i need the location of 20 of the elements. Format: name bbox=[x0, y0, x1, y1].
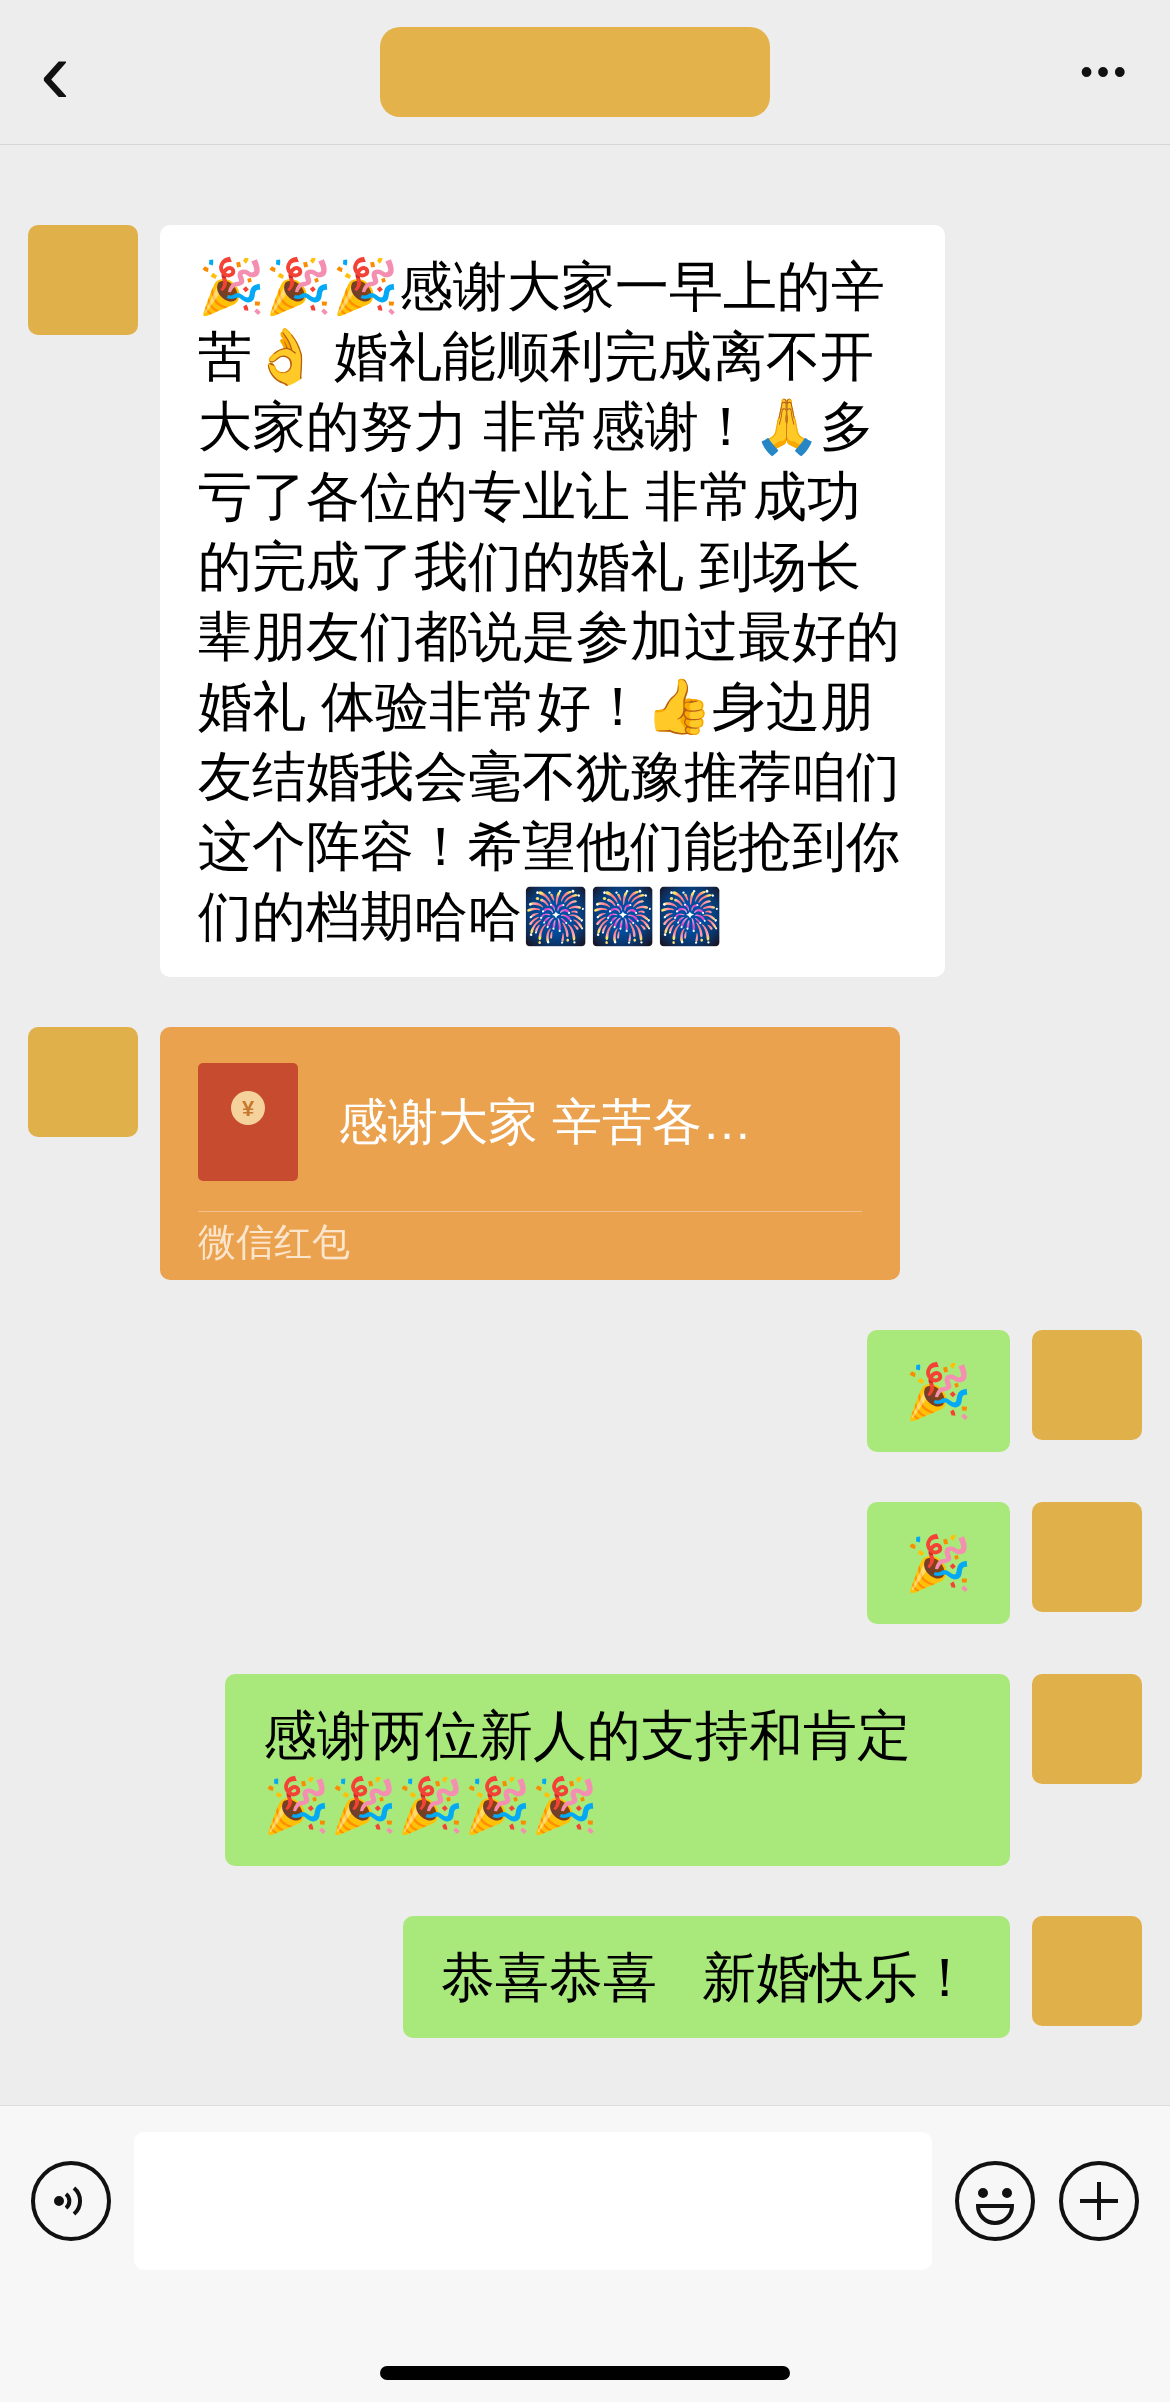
avatar[interactable] bbox=[1032, 1502, 1142, 1612]
avatar[interactable] bbox=[28, 225, 138, 335]
voice-icon[interactable] bbox=[30, 2160, 112, 2242]
message-bubble: 🎉🎉🎉感谢大家一早上的辛苦👌 婚礼能顺利完成离不开大家的努力 非常感谢！🙏多亏了各位的专业让 非常成功的完成了我们的婚礼 到场长辈朋友们都说是参加过最好的婚礼 体验非常好！👍身边朋友结婚我会毫不犹豫推荐咱们这个阵容！希望他们能抢到你们的档期哈哈🎆🎆🎆 bbox=[160, 225, 945, 977]
message-bubble: 🎉 bbox=[867, 1330, 1010, 1452]
message-bubble: 恭喜恭喜 新婚快乐！ bbox=[403, 1916, 1010, 2038]
more-button[interactable]: ••• bbox=[1080, 45, 1130, 99]
avatar[interactable] bbox=[1032, 1674, 1142, 1784]
home-indicator[interactable] bbox=[380, 2366, 790, 2380]
plus-icon[interactable] bbox=[1058, 2160, 1140, 2242]
avatar[interactable] bbox=[28, 1027, 138, 1137]
emoji-icon[interactable] bbox=[954, 2160, 1036, 2242]
gift-envelope-label: 微信红包 bbox=[198, 1220, 351, 1265]
avatar[interactable] bbox=[1032, 1916, 1142, 2026]
back-button[interactable]: ‹ bbox=[40, 27, 70, 117]
message-bubble: 感谢两位新人的支持和肯定🎉🎉🎉🎉🎉 bbox=[225, 1674, 1010, 1866]
envelope-icon: ¥ bbox=[198, 1063, 298, 1181]
message-bubble: 🎉 bbox=[867, 1502, 1010, 1624]
avatar[interactable] bbox=[1032, 1330, 1142, 1440]
gift-message-title: 感谢大家 辛苦各… bbox=[338, 1092, 752, 1152]
